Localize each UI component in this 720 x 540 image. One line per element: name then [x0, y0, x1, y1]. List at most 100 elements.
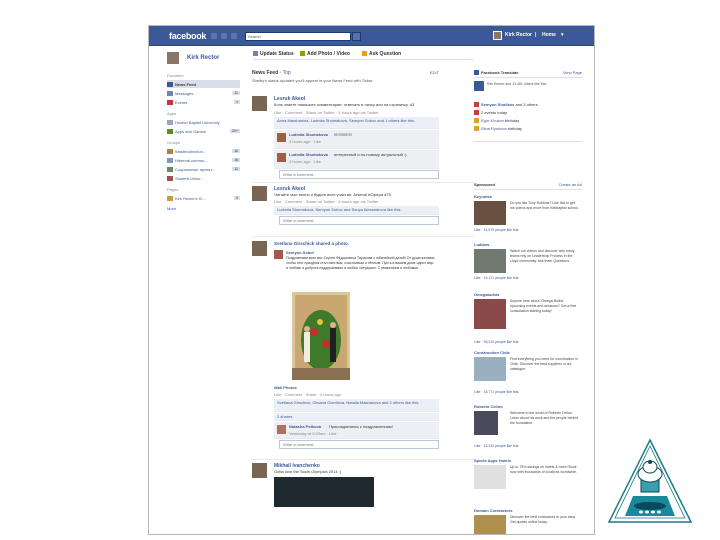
- search-input[interactable]: Search: [245, 32, 351, 41]
- events-icon: [167, 99, 173, 105]
- avatar[interactable]: [277, 133, 286, 142]
- ad-image[interactable]: [474, 357, 506, 381]
- story-actions[interactable]: Like · Comment · Share on Twitter · 5 ho…: [274, 110, 379, 115]
- feed-notice: Shelby's status updated you'll appear in…: [252, 78, 374, 83]
- top-bar: facebook Search Kirk Rector | Home ▾: [149, 26, 594, 46]
- calendar-icon: [474, 110, 479, 115]
- ad-item[interactable]: Omegabuilds Anyone hear about 'Omega Bui…: [474, 292, 582, 344]
- likes-box[interactable]: Svetlana Girschick, Oksana Gavrilova, Na…: [274, 399, 439, 412]
- comment: Natasha Petkova Присоединяюсь к поздравл…: [274, 422, 439, 439]
- story-text: Gotta love the Sochi Olympics 2014 :): [274, 469, 342, 474]
- tab-update-status[interactable]: Update Status: [253, 51, 294, 57]
- comment-input[interactable]: Write a comment...: [279, 440, 439, 449]
- sidebar-item-app-1[interactable]: Huston Baptist University: [167, 118, 240, 126]
- facebook-window: facebook Search Kirk Rector | Home ▾ Upd…: [148, 25, 595, 535]
- avatar[interactable]: [252, 463, 267, 478]
- wall-photo[interactable]: [292, 292, 350, 380]
- story-header[interactable]: Svetlana Girschick shared a photo.: [274, 241, 349, 246]
- comment-input[interactable]: Write a comment...: [279, 216, 439, 225]
- divider: [252, 182, 474, 183]
- ad-image[interactable]: [474, 465, 506, 489]
- group-icon: [167, 157, 173, 163]
- avatar[interactable]: [274, 250, 283, 259]
- sidebar-item-news-feed[interactable]: News Feed: [167, 80, 240, 88]
- story-text: Поздравляем всех вас Сергея Фёдоровича Т…: [286, 256, 436, 270]
- edit-link[interactable]: EDIT: [430, 70, 439, 75]
- sidebar-item-group-3[interactable]: Социальные проект... 11: [167, 165, 240, 173]
- ad-item[interactable]: Ludians Watch our videos and discover wh…: [474, 242, 582, 280]
- event-row[interactable]: Elina Rynkova birthday: [474, 126, 522, 131]
- sidebar-item-group-4[interactable]: Student Union...: [167, 174, 240, 182]
- album-link[interactable]: Wall Photos: [274, 385, 297, 390]
- shares-box[interactable]: 2 shares: [274, 413, 439, 421]
- ad-item[interactable]: Construction Chile Find everything you n…: [474, 350, 582, 394]
- comment-input[interactable]: Write a comment...: [279, 170, 439, 179]
- divider: [252, 459, 474, 460]
- friend-requests-icon[interactable]: [211, 33, 217, 39]
- status-icon: [253, 51, 258, 56]
- tab-ask-question[interactable]: Ask Question: [362, 51, 401, 57]
- avatar[interactable]: [277, 153, 286, 162]
- story-text: Коль знаете напишите комментарии, отвеча…: [274, 102, 415, 107]
- ad-image[interactable]: [474, 515, 506, 534]
- account-menu-icon[interactable]: ▾: [561, 32, 564, 38]
- notifications-icon[interactable]: [231, 33, 237, 39]
- ad-item[interactable]: Domain Contractors Discover the best con…: [474, 508, 582, 534]
- games-icon: [167, 128, 173, 134]
- ad-item[interactable]: Keynotes Do you like Tony Robbins? Like …: [474, 194, 582, 232]
- ad-item[interactable]: Sports Apps Hotels Up to 75% savings on …: [474, 458, 582, 489]
- messages-icon[interactable]: [221, 33, 227, 39]
- more-link[interactable]: More: [167, 206, 176, 211]
- sidebar-user-name[interactable]: Kirk Rector: [187, 55, 219, 61]
- ad-image[interactable]: [474, 201, 506, 225]
- events-box: Semyon Sholikov and 3 others 2 events to…: [474, 100, 582, 142]
- event-row[interactable]: 2 events today: [474, 110, 507, 115]
- home-link[interactable]: Home: [542, 32, 556, 38]
- separator: |: [535, 32, 537, 38]
- profile-link[interactable]: Kirk Rector: [505, 32, 532, 38]
- comment: Ludmila Shumakova интересный и по-новому…: [274, 150, 439, 169]
- story-actions[interactable]: Like · Comment · Share · 4 hours ago: [274, 392, 341, 397]
- birthday-icon: [474, 118, 479, 123]
- event-row[interactable]: Semyon Sholikov and 3 others: [474, 102, 538, 107]
- birthday-icon: [474, 126, 479, 131]
- ad-item[interactable]: Roberto Celino Welcome to the world of R…: [474, 404, 582, 448]
- likes-box[interactable]: Ludmila Shumakova, Semyon Sobov and Sony…: [274, 206, 439, 215]
- sponsored-header: Sponsored Create an Ad: [474, 182, 582, 190]
- avatar[interactable]: [252, 96, 267, 111]
- story-actions[interactable]: Like · Comment · Share on Twitter · 5 ho…: [274, 199, 379, 204]
- sidebar-item-messages[interactable]: Messages 11: [167, 89, 240, 97]
- news-feed-icon: [167, 81, 173, 87]
- shared-from[interactable]: Semyon Sobol: [286, 250, 314, 255]
- story-text: Читайте мои твиты и будьте всех участия.…: [274, 192, 391, 197]
- search-button[interactable]: [352, 32, 361, 41]
- sidebar-item-group-2[interactable]: Hibernal commu... 16: [167, 156, 240, 164]
- sidebar-item-apps-games[interactable]: Apps and Games 20+: [167, 127, 240, 135]
- ad-image[interactable]: [474, 299, 506, 329]
- sidebar-item-group-1[interactable]: Wastecollection... 10: [167, 147, 240, 155]
- avatar[interactable]: [277, 425, 286, 434]
- tab-add-photo[interactable]: Add Photo / Video: [300, 51, 350, 57]
- messages-icon: [167, 90, 173, 96]
- group-icon: [167, 175, 173, 181]
- group-icon: [167, 166, 173, 172]
- sidebar-item-page-1[interactable]: Kirk Rector's IC... 2: [167, 194, 240, 202]
- groups-label: Groups: [167, 140, 181, 145]
- sidebar-item-events[interactable]: Events 1: [167, 98, 240, 106]
- avatar[interactable]: [252, 241, 267, 256]
- ad-image[interactable]: [474, 249, 506, 273]
- avatar[interactable]: [167, 52, 179, 64]
- translate-likes: Kirk Rector and 13,481 others like this.: [487, 82, 548, 86]
- event-icon: [474, 102, 479, 107]
- facebook-logo[interactable]: facebook: [169, 31, 206, 41]
- divider: [252, 236, 474, 237]
- event-row[interactable]: Egor Khukov birthday: [474, 118, 519, 123]
- avatar[interactable]: [252, 186, 267, 201]
- post-photo[interactable]: [274, 477, 374, 507]
- ad-image[interactable]: [474, 411, 498, 435]
- translate-page-icon[interactable]: [474, 81, 484, 91]
- translate-icon: [474, 70, 479, 75]
- avatar[interactable]: [493, 31, 502, 40]
- likes-box[interactable]: Anna Marshanina, Ludmila Shumakova, Semy…: [274, 117, 439, 129]
- pages-label: Pages: [167, 187, 179, 192]
